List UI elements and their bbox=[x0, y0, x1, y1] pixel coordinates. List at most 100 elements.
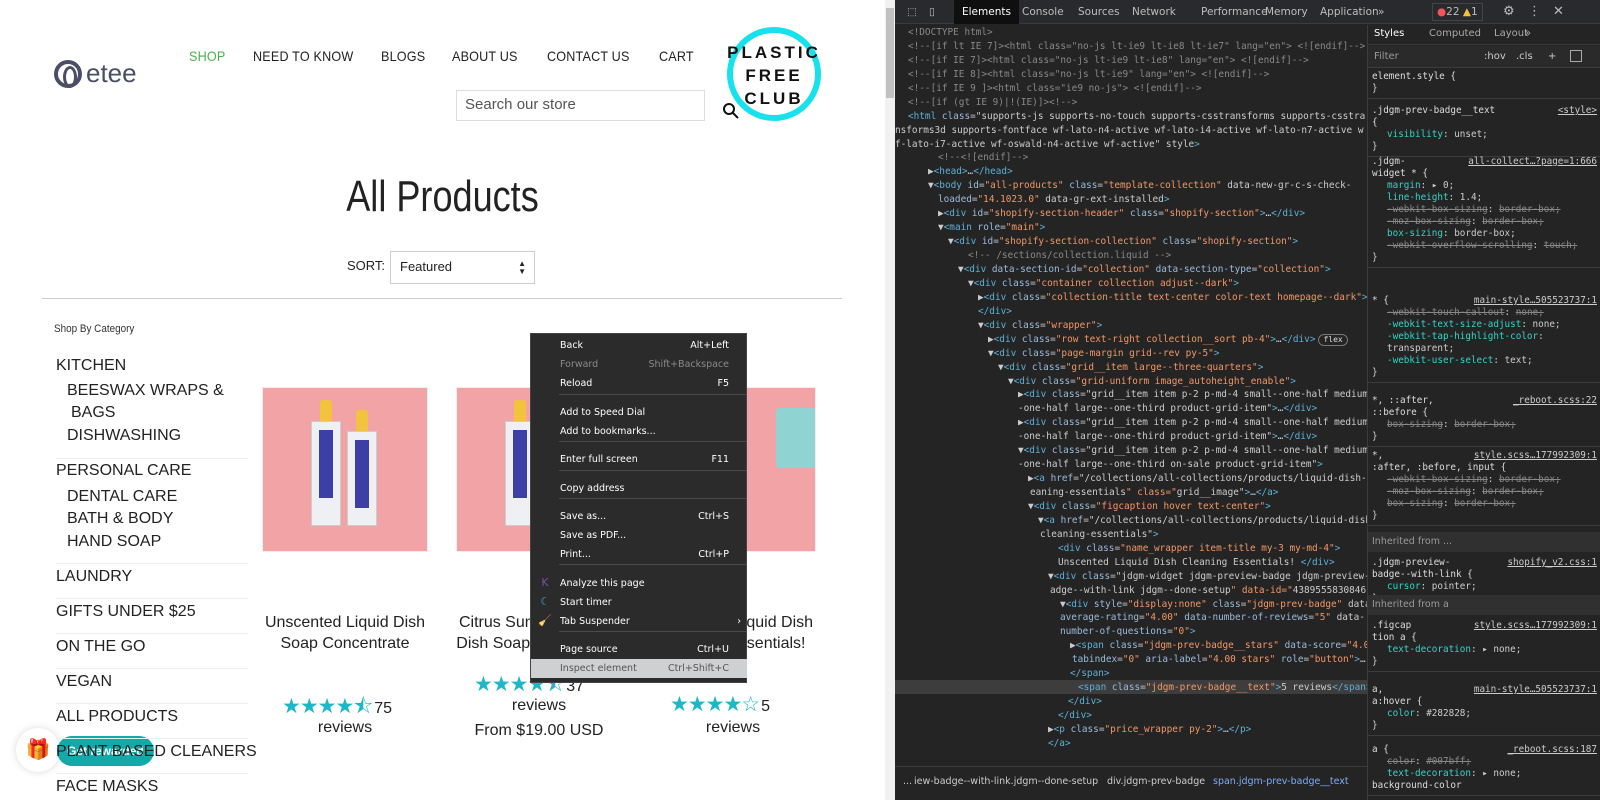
filter-button-1[interactable]: .cls bbox=[1516, 51, 1533, 62]
style-declaration[interactable]: :after, :before, input { bbox=[1372, 462, 1597, 474]
dom-node-line[interactable]: ▶<span class="jdgm-prev-badge__stars" da… bbox=[1070, 639, 1367, 653]
dom-node-line[interactable]: </div> bbox=[1058, 709, 1092, 723]
settings-gear-icon[interactable]: ⚙ bbox=[1495, 0, 1523, 24]
rule-source-link[interactable]: _reboot.scss:187 bbox=[1507, 744, 1597, 756]
category-link[interactable]: BATH & BODY bbox=[67, 510, 173, 528]
category-link[interactable]: HAND SOAP bbox=[67, 533, 161, 551]
dom-node-line[interactable]: ▼<main role="main"> bbox=[938, 221, 1045, 235]
dom-node-line[interactable]: ▶<div class="collection-title text-cente… bbox=[978, 291, 1367, 305]
rule-source-link[interactable]: <style> bbox=[1558, 105, 1597, 117]
style-declaration[interactable]: box-sizing: border-box; bbox=[1372, 498, 1597, 510]
breadcrumb-item[interactable]: span.jdgm-prev-badge__text bbox=[1213, 776, 1349, 787]
style-rule[interactable]: *, style.scss…177992309:1:after, :before,… bbox=[1368, 447, 1600, 526]
rating-stars[interactable]: ★★★★☆ 5 bbox=[670, 692, 770, 717]
style-declaration[interactable]: { bbox=[1372, 117, 1597, 129]
menu-item-save-as-pdf[interactable]: Save as PDF... bbox=[531, 526, 747, 545]
close-icon[interactable]: ✕ bbox=[1545, 0, 1572, 24]
dom-node-line[interactable]: </div> bbox=[978, 305, 1012, 319]
menu-item-reload[interactable]: Reload F5 bbox=[531, 374, 747, 393]
device-toolbar-icon[interactable]: ▯ bbox=[921, 0, 943, 24]
nav-item-contact-us[interactable]: CONTACT US bbox=[547, 48, 630, 64]
style-declaration[interactable]: widget * { bbox=[1372, 168, 1597, 180]
rule-source-link[interactable]: style.scss…177992309:1 bbox=[1474, 620, 1597, 632]
dom-node-line[interactable]: <span class="jdgm-prev-badge__text">5 re… bbox=[1078, 681, 1367, 695]
style-rule[interactable]: a {_reboot.scss:187 color: #007bff; text-d… bbox=[1368, 741, 1600, 796]
style-rule[interactable]: .jdgm-prev-badge__text <style>{visibility… bbox=[1368, 102, 1600, 157]
category-link[interactable]: FACE MASKS bbox=[56, 778, 158, 796]
dom-node-line[interactable]: <html class="supports-js supports-no-tou… bbox=[908, 110, 1365, 124]
sort-select[interactable]: Featured ▲ ▼ bbox=[390, 251, 535, 284]
menu-item-add-to-bookmarks[interactable]: Add to bookmarks... bbox=[531, 422, 747, 441]
menu-item-analyze-this-page[interactable]: K Analyze this page bbox=[531, 574, 747, 593]
menu-item-back[interactable]: Back Alt+Left bbox=[531, 336, 747, 355]
dom-node-line[interactable]: ▼<div id="shopify-section-collection" cl… bbox=[948, 235, 1298, 249]
dom-node-line[interactable]: ▼<div class="page-margin grid--rev py-5"… bbox=[988, 347, 1219, 361]
tab-more[interactable]: » bbox=[1525, 28, 1531, 39]
category-link[interactable]: LAUNDRY bbox=[56, 568, 132, 586]
rule-source-link[interactable]: main-style…505523737:1 bbox=[1474, 295, 1597, 307]
dom-node-line[interactable]: eaning-essentials" class="grid__image">…… bbox=[1030, 486, 1278, 500]
page-scrollbar[interactable] bbox=[885, 0, 895, 800]
style-declaration[interactable]: box-sizing: border-box; bbox=[1372, 419, 1597, 431]
style-declaration[interactable]: -webkit-touch-callout: none; bbox=[1372, 307, 1597, 319]
style-declaration[interactable]: visibility: unset; bbox=[1372, 129, 1597, 141]
breadcrumb-item[interactable]: div.jdgm-prev-badge bbox=[1107, 776, 1205, 787]
dom-node-line[interactable]: loaded="14.1023.0" data-gr-ext-installed… bbox=[938, 193, 1169, 207]
tab-network[interactable]: Network bbox=[1124, 0, 1184, 24]
category-link[interactable]: DENTAL CARE bbox=[67, 488, 177, 506]
menu-item-start-timer[interactable]: ☾ Start timer bbox=[531, 593, 747, 612]
nav-item-shop[interactable]: SHOP bbox=[189, 48, 225, 64]
dom-node-line[interactable]: ▼<div data-section-id="collection" data-… bbox=[958, 263, 1331, 277]
style-declaration[interactable]: -webkit-tap-highlight-color: transparent… bbox=[1372, 331, 1597, 355]
dom-node-line[interactable]: Unscented Liquid Dish Cleaning Essential… bbox=[1058, 556, 1335, 570]
style-declaration[interactable]: margin: ▸ 0; bbox=[1372, 180, 1597, 192]
dom-node-line[interactable]: cleaning-essentials"> bbox=[1040, 528, 1159, 542]
style-declaration[interactable]: -webkit-text-size-adjust: none; bbox=[1372, 319, 1597, 331]
nav-item-need-to-know[interactable]: NEED TO KNOW bbox=[253, 48, 353, 64]
style-rule[interactable]: * {main-style…505523737:1 -webkit-touch-c… bbox=[1368, 292, 1600, 383]
style-declaration[interactable]: -webkit-box-sizing: border-box; bbox=[1372, 474, 1597, 486]
style-declaration[interactable]: a:hover { bbox=[1372, 696, 1597, 708]
category-link[interactable]: BAGS bbox=[71, 404, 115, 422]
search-input[interactable]: Search our store bbox=[456, 90, 705, 121]
style-declaration[interactable]: tion a { bbox=[1372, 632, 1597, 644]
product-name[interactable]: Unscented Liquid Dish Soap Concentrate bbox=[255, 612, 435, 654]
tab-memory[interactable]: Memory bbox=[1257, 0, 1316, 24]
category-link[interactable]: BEESWAX WRAPS & bbox=[67, 382, 224, 400]
style-declaration[interactable]: text-decoration: ▸ none; bbox=[1372, 768, 1597, 780]
flex-badge[interactable]: flex bbox=[1318, 333, 1348, 346]
dom-node-line[interactable]: ▼<div class="grid__item item p-2 p-md-4 … bbox=[1018, 444, 1367, 458]
toggle-sidebar-icon[interactable] bbox=[1570, 50, 1582, 62]
dom-node-line[interactable]: ▼<div class="jdgm-widget jdgm-preview-ba… bbox=[1048, 570, 1367, 584]
style-declaration[interactable]: -webkit-box-sizing: border-box; bbox=[1372, 204, 1597, 216]
dom-node-line[interactable]: <!--[if lt IE 7]><html class="no-js lt-i… bbox=[908, 40, 1365, 54]
dom-node-line[interactable]: </a> bbox=[1048, 737, 1071, 751]
style-declaration[interactable]: -moz-box-sizing: border-box; bbox=[1372, 216, 1597, 228]
category-link[interactable]: DISHWASHING bbox=[67, 427, 181, 445]
style-rule[interactable]: .figcap style.scss…177992309:1 tion a {tex… bbox=[1368, 617, 1600, 672]
menu-item-inspect-element[interactable]: Inspect element Ctrl+Shift+C bbox=[531, 659, 747, 678]
menu-item-page-source[interactable]: Page source Ctrl+U bbox=[531, 640, 747, 659]
style-rule[interactable]: *, ::after, _reboot.scss:22::before {box-… bbox=[1368, 392, 1600, 447]
tab-computed[interactable]: Computed bbox=[1429, 28, 1481, 39]
style-rule[interactable]: element.style {} bbox=[1368, 68, 1600, 99]
dom-node-line[interactable]: -one-half large--one-third on-sale produ… bbox=[1018, 458, 1323, 472]
style-declaration[interactable]: line-height: 1.4; bbox=[1372, 192, 1597, 204]
tab-sources[interactable]: Sources bbox=[1070, 0, 1128, 24]
menu-item-copy-address[interactable]: Copy address bbox=[531, 479, 747, 498]
style-declaration[interactable]: color: #007bff; bbox=[1372, 756, 1597, 768]
dom-node-line[interactable]: nsforms3d supports-fontface wf-lato-n4-a… bbox=[895, 124, 1363, 138]
dom-node-line[interactable]: -one-half large--one-third product-grid-… bbox=[1018, 430, 1317, 444]
dom-node-line[interactable]: f-lato-i7-active wf-oswald-n4-active wf-… bbox=[895, 138, 1200, 152]
style-rule[interactable]: .jdgm-all-collect…?page=1:666 widget * {m… bbox=[1368, 153, 1600, 268]
dom-node-line[interactable]: ▼<div class="wrapper"> bbox=[978, 319, 1102, 333]
menu-item-add-to-speed-dial[interactable]: Add to Speed Dial bbox=[531, 403, 747, 422]
dom-node-line[interactable]: </div> bbox=[1068, 695, 1102, 709]
filter-button-0[interactable]: :hov bbox=[1484, 51, 1506, 62]
dom-node-line[interactable]: ▼<body id="all-products" class="template… bbox=[928, 179, 1351, 193]
style-declaration[interactable]: cursor: pointer; bbox=[1372, 581, 1597, 593]
tab-layout[interactable]: Layout bbox=[1494, 28, 1528, 39]
dom-node-line[interactable]: <!DOCTYPE html> bbox=[908, 26, 993, 40]
style-declaration[interactable]: ::before { bbox=[1372, 407, 1597, 419]
category-link[interactable]: PLANT BASED CLEANERS bbox=[56, 743, 257, 761]
